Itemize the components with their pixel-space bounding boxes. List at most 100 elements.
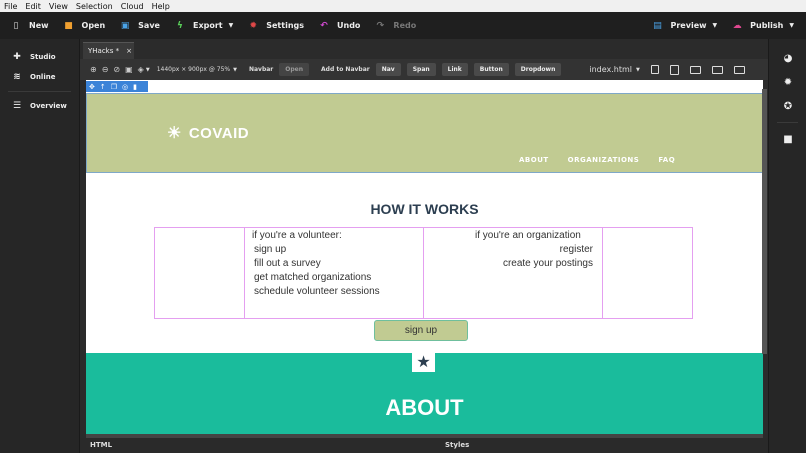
tablet-icon[interactable] [669, 64, 679, 75]
tab-yhacks[interactable]: YHacks * × [83, 42, 134, 59]
menu-selection[interactable]: Selection [76, 2, 113, 11]
export-button[interactable]: ϟ Export ▼ [175, 21, 233, 31]
volunteer-steps: if you're a volunteer: sign up fill out … [252, 229, 380, 299]
desktop-icon[interactable] [733, 65, 745, 74]
laptop-icon[interactable] [711, 65, 723, 74]
file-selector[interactable]: index.html [589, 65, 632, 74]
add-nav-button[interactable]: Nav [375, 63, 401, 76]
no-style-icon[interactable]: ⊘ [113, 65, 120, 74]
sign-up-button[interactable]: sign up [374, 320, 468, 341]
wifi-icon: ≋ [13, 72, 21, 82]
add-to-navbar-label: Add to Navbar [321, 66, 370, 73]
menu-file[interactable]: File [4, 2, 17, 11]
nav-organizations[interactable]: ORGANIZATIONS [568, 156, 640, 164]
move-icon[interactable]: ✥ [89, 83, 95, 91]
list-item: schedule volunteer sessions [254, 286, 380, 297]
html-panel-toggle[interactable]: HTML [90, 441, 112, 449]
vertical-scrollbar[interactable] [762, 89, 767, 354]
component-icon[interactable]: ✪ [769, 94, 806, 118]
save-button[interactable]: ▣ Save [120, 21, 160, 31]
gear-icon[interactable]: ✹ [769, 70, 806, 94]
organization-heading: if you're an organization [475, 230, 581, 241]
palette-icon[interactable]: ◕ [769, 46, 806, 70]
open-button[interactable]: ■ Open [64, 20, 105, 31]
nav-about[interactable]: ABOUT [519, 156, 549, 164]
list-item: get matched organizations [254, 272, 372, 283]
list-item: fill out a survey [254, 258, 321, 269]
brand-logo[interactable]: ☀ COVAID [167, 123, 249, 143]
design-canvas[interactable]: ☀ COVAID ABOUT ORGANIZATIONS FAQ HOW IT W… [86, 80, 763, 434]
list-icon: ☰ [12, 101, 22, 111]
layers-icon[interactable]: ◈ [138, 65, 144, 74]
volunteer-heading: if you're a volunteer: [252, 230, 342, 241]
grid-cell [155, 228, 245, 318]
zoom-in-icon[interactable]: ⊕ [90, 65, 97, 74]
menu-view[interactable]: View [49, 2, 68, 11]
settings-button[interactable]: ✹ Settings [248, 21, 304, 31]
list-item: register [559, 244, 593, 255]
new-button[interactable]: ▯ New [11, 21, 49, 31]
lightning-icon: ϟ [177, 20, 183, 31]
styles-panel-toggle[interactable]: Styles [445, 441, 469, 449]
publish-button[interactable]: ☁ Publish ▼ [732, 21, 794, 31]
right-panel: ◕ ✹ ✪ ■ [768, 39, 806, 453]
delete-icon[interactable]: ▮ [133, 83, 137, 91]
chevron-down-icon[interactable]: ▼ [146, 67, 150, 73]
cloud-icon: ☁ [732, 20, 742, 31]
chevron-down-icon: ▼ [712, 22, 718, 29]
laptop-small-icon[interactable] [689, 65, 701, 74]
add-dropdown-button[interactable]: Dropdown [514, 63, 562, 76]
chevron-down-icon[interactable]: ▼ [233, 67, 237, 73]
hide-icon[interactable]: ◎ [122, 83, 128, 91]
open-component-button[interactable]: Open [279, 63, 310, 76]
folder-icon: ■ [64, 20, 73, 31]
close-icon[interactable]: × [126, 47, 132, 55]
image-icon[interactable]: ▣ [125, 65, 133, 74]
list-item: sign up [254, 244, 287, 255]
left-panel: ✚ Studio ≋ Online ☰ Overview [0, 39, 80, 453]
gear-icon: ✹ [249, 20, 257, 31]
bottom-bar: HTML Styles [80, 438, 768, 453]
organization-steps: if you're an organization register creat… [432, 229, 593, 271]
preview-icon: ▤ [653, 20, 662, 31]
menu-cloud[interactable]: Cloud [121, 2, 144, 11]
add-span-button[interactable]: Span [406, 63, 436, 76]
chevron-down-icon: ▼ [789, 22, 794, 29]
copy-icon[interactable]: ❐ [111, 83, 117, 91]
menu-edit[interactable]: Edit [25, 2, 41, 11]
nav-faq[interactable]: FAQ [658, 156, 675, 164]
chevron-down-icon: ▼ [228, 22, 234, 29]
viewport-size[interactable]: 1440px × 900px @ 75% [157, 66, 230, 73]
studio-item[interactable]: ✚ Studio [0, 47, 79, 67]
add-button-button[interactable]: Button [473, 63, 509, 76]
tab-bar: YHacks * × [80, 39, 768, 59]
phone-icon[interactable] [650, 65, 659, 74]
selection-toolbar: ✥ ↑ ❐ ◎ ▮ [86, 81, 148, 92]
how-it-works-title: HOW IT WORKS [370, 201, 479, 217]
divider [777, 122, 798, 123]
folder-icon[interactable]: ■ [769, 127, 806, 151]
floppy-icon: ▣ [120, 20, 130, 31]
chevron-down-icon[interactable]: ▼ [636, 67, 640, 73]
navbar-section[interactable]: ☀ COVAID ABOUT ORGANIZATIONS FAQ [86, 93, 763, 173]
menu-bar: File Edit View Selection Cloud Help [0, 0, 806, 12]
file-icon: ▯ [13, 20, 19, 31]
undo-button[interactable]: ↶ Undo [319, 21, 360, 31]
list-item: create your postings [502, 258, 593, 269]
nav-links: ABOUT ORGANIZATIONS FAQ [519, 156, 694, 164]
main-toolbar: ▯ New ■ Open ▣ Save ϟ Export ▼ ✹ Settings ↶ Und… [0, 12, 806, 39]
preview-button[interactable]: ▤ Preview ▼ [653, 20, 718, 31]
select-parent-icon[interactable]: ↑ [100, 83, 106, 91]
star-icon: ★ [412, 350, 435, 372]
about-title: ABOUT [385, 395, 464, 420]
divider [8, 91, 71, 92]
menu-help[interactable]: Help [152, 2, 170, 11]
online-item[interactable]: ≋ Online [0, 67, 79, 87]
redo-button[interactable]: ↷ Redo [375, 21, 417, 31]
undo-icon: ↶ [320, 20, 328, 31]
zoom-out-icon[interactable]: ⊖ [102, 65, 109, 74]
overview-item[interactable]: ☰ Overview [0, 96, 79, 116]
add-link-button[interactable]: Link [441, 63, 468, 76]
editor-toolbar: ⊕ ⊖ ⊘ ▣ ◈ ▼ 1440px × 900px @ 75% ▼ Navba… [80, 59, 768, 80]
component-name: Navbar [248, 66, 274, 73]
